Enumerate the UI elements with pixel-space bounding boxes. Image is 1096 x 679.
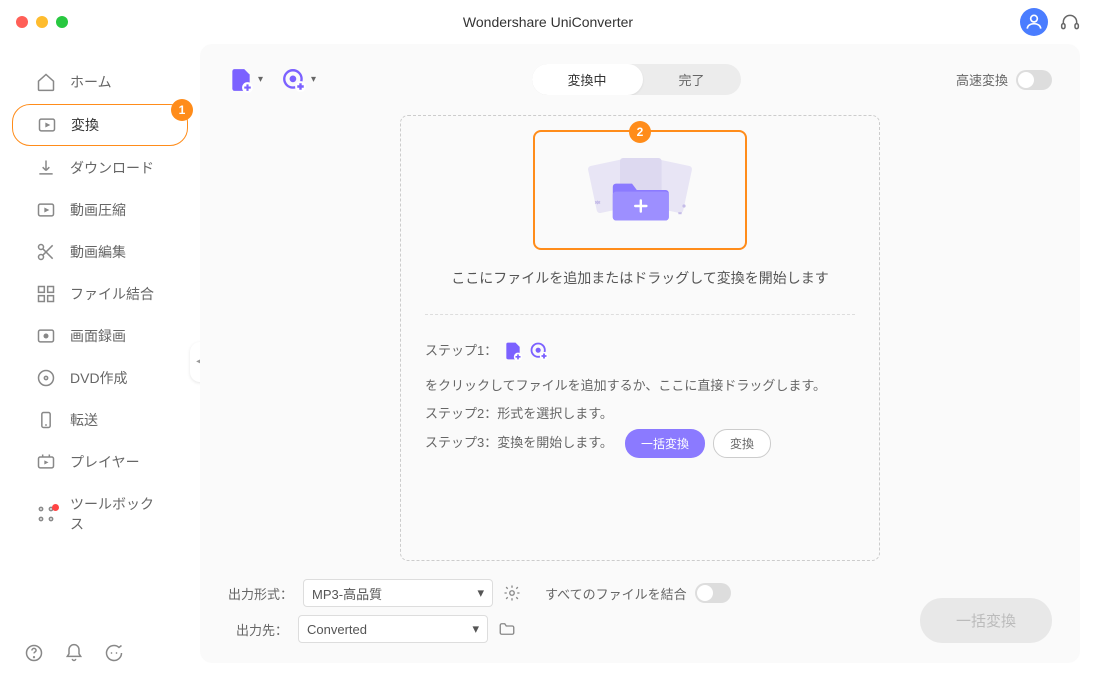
speed-toggle[interactable] (1016, 70, 1052, 90)
add-disc-button[interactable]: ▾ (281, 67, 316, 93)
dest-label: 出力先： (228, 620, 288, 639)
home-icon (36, 72, 56, 92)
window-controls (16, 16, 68, 28)
help-icon[interactable] (24, 643, 44, 663)
chevron-down-icon: ▾ (477, 585, 484, 601)
sidebar-item-label: 転送 (70, 410, 98, 430)
drop-text: ここにファイルを追加またはドラッグして変換を開始します (451, 268, 829, 288)
scissors-icon (36, 242, 56, 262)
device-icon (36, 410, 56, 430)
file-add-icon (503, 341, 523, 361)
merge-toggle[interactable] (695, 583, 731, 603)
bell-icon[interactable] (64, 643, 84, 663)
titlebar: Wondershare UniConverter (0, 0, 1096, 44)
chevron-down-icon: ▾ (311, 74, 316, 85)
sidebar-item-toolbox[interactable]: ツールボックス (12, 484, 188, 544)
sidebar-item-label: 動画編集 (70, 242, 126, 262)
sidebar-item-label: 画面録画 (70, 326, 126, 346)
status-tabs: 変換中 完了 (532, 64, 741, 95)
tab-converting[interactable]: 変換中 (532, 64, 643, 95)
batch-convert-button[interactable]: 一括変換 (625, 429, 705, 458)
sidebar-item-label: ダウンロード (70, 158, 154, 178)
add-file-button[interactable]: ▾ (228, 67, 263, 93)
merge-label: すべてのファイルを結合 (545, 584, 687, 603)
folder-illustration (575, 150, 705, 230)
user-icon (1024, 12, 1044, 32)
sidebar: ホーム 変換 1 ダウンロード 動画圧縮 動画編集 ファイル結合 画面録画 (0, 44, 200, 679)
sidebar-item-home[interactable]: ホーム (12, 62, 188, 102)
batch-convert-main-button[interactable]: 一括変換 (920, 598, 1052, 643)
merge-icon (36, 284, 56, 304)
dest-select[interactable]: Converted ▾ (298, 615, 488, 643)
convert-icon (37, 115, 57, 135)
disc-icon (36, 368, 56, 388)
drop-area: 2 ここにファイルを追加またはドラッグして変換を開始します ステップ1： (400, 115, 880, 561)
sidebar-item-label: プレイヤー (70, 452, 140, 472)
sidebar-item-label: ファイル結合 (70, 284, 154, 304)
compress-icon (36, 200, 56, 220)
sidebar-item-transfer[interactable]: 転送 (12, 400, 188, 440)
drop-box[interactable]: 2 (533, 130, 747, 250)
support-icon[interactable] (1060, 12, 1080, 32)
chevron-down-icon: ▾ (472, 621, 479, 637)
sidebar-item-label: 動画圧縮 (70, 200, 126, 220)
folder-icon[interactable] (498, 620, 516, 638)
disc-add-icon (281, 67, 307, 93)
format-select[interactable]: MP3-高品質 ▾ (303, 579, 493, 607)
convert-button[interactable]: 変換 (713, 429, 771, 458)
sidebar-item-merge[interactable]: ファイル結合 (12, 274, 188, 314)
sidebar-item-record[interactable]: 画面録画 (12, 316, 188, 356)
notification-dot (52, 504, 59, 511)
badge-1: 1 (171, 99, 193, 121)
player-icon (36, 452, 56, 472)
app-title: Wondershare UniConverter (463, 14, 633, 30)
steps: ステップ1： をクリックしてファイルを追加するか、ここに直接ドラッグします。 ス… (425, 314, 855, 458)
sidebar-item-compress[interactable]: 動画圧縮 (12, 190, 188, 230)
chevron-down-icon: ▾ (258, 74, 263, 85)
sidebar-item-edit[interactable]: 動画編集 (12, 232, 188, 272)
minimize-window-button[interactable] (36, 16, 48, 28)
format-label: 出力形式： (228, 584, 293, 603)
disc-add-icon (529, 341, 549, 361)
user-avatar[interactable] (1020, 8, 1048, 36)
sidebar-item-download[interactable]: ダウンロード (12, 148, 188, 188)
download-icon (36, 158, 56, 178)
feedback-icon[interactable] (104, 643, 124, 663)
sidebar-item-label: ツールボックス (70, 494, 164, 534)
step-2: ステップ2：形式を選択します。 (425, 400, 855, 429)
file-add-icon (228, 67, 254, 93)
settings-icon[interactable] (503, 584, 521, 602)
sidebar-item-label: DVD作成 (70, 368, 128, 388)
record-icon (36, 326, 56, 346)
sidebar-item-label: 変換 (71, 115, 99, 135)
step-3: ステップ3：変換を開始します。 一括変換 変換 (425, 429, 855, 458)
sidebar-item-dvd[interactable]: DVD作成 (12, 358, 188, 398)
tab-done[interactable]: 完了 (643, 64, 741, 95)
speed-label: 高速変換 (956, 70, 1008, 89)
badge-2: 2 (629, 121, 651, 143)
content-area: ▾ ▾ 変換中 完了 高速変換 2 (200, 44, 1080, 663)
step-1: ステップ1： をクリックしてファイルを追加するか、ここに直接ドラッグします。 (425, 337, 855, 400)
sidebar-item-convert[interactable]: 変換 1 (12, 104, 188, 146)
maximize-window-button[interactable] (56, 16, 68, 28)
sidebar-item-label: ホーム (70, 72, 112, 92)
close-window-button[interactable] (16, 16, 28, 28)
sidebar-item-player[interactable]: プレイヤー (12, 442, 188, 482)
